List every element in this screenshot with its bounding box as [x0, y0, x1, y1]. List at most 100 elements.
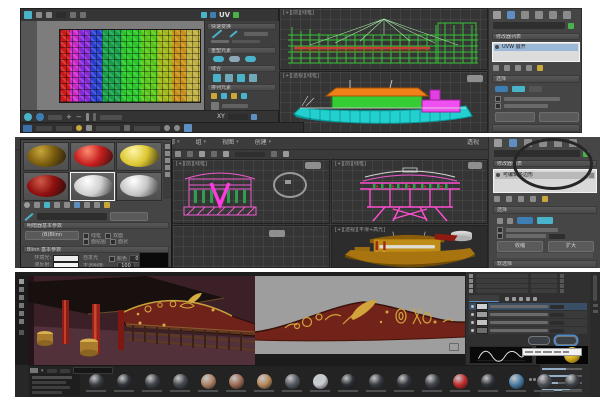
layer-row[interactable]	[469, 327, 587, 334]
diffuse-color-swatch[interactable]	[53, 262, 79, 268]
faceted-checkbox[interactable]: 面状	[110, 239, 128, 245]
add-layer-icon[interactable]	[505, 297, 509, 301]
layer-visibility-icon[interactable]	[471, 305, 474, 308]
tab-modify-icon[interactable]	[509, 139, 517, 147]
show-end-result-icon[interactable]	[504, 65, 510, 71]
break-icon[interactable]	[225, 74, 233, 82]
scroll-thumb[interactable]	[593, 275, 597, 301]
pin-stack-icon[interactable]	[493, 65, 499, 71]
grid-snap-icon[interactable]	[201, 12, 207, 18]
shelf-material[interactable]	[168, 374, 192, 392]
preset-item[interactable]	[32, 391, 62, 394]
tab-utilities-icon[interactable]	[563, 11, 571, 19]
material-slot[interactable]	[23, 172, 69, 201]
reset-map-icon[interactable]	[54, 202, 60, 208]
viewport-top-right[interactable]: [+][前][线框]	[331, 159, 488, 224]
uv-rollout-header[interactable]: 快速变换	[207, 23, 276, 30]
shader-type-dropdown[interactable]: (B)Blinn	[25, 231, 79, 240]
plus-icon[interactable]: +	[66, 113, 72, 121]
shrink-button[interactable]: 收缩	[497, 241, 543, 252]
material-id-icon[interactable]	[104, 202, 110, 208]
sample-type-icon[interactable]	[165, 144, 170, 149]
shelf-more-icon[interactable]	[529, 378, 536, 382]
vertex-mode-button[interactable]	[495, 86, 508, 92]
gizmo-center-handle[interactable]	[285, 180, 291, 184]
next-rollout-header[interactable]	[492, 124, 580, 132]
paint-mode-button[interactable]	[528, 336, 550, 345]
tab-motion-icon[interactable]	[535, 11, 543, 19]
material-name-field[interactable]	[37, 213, 107, 220]
viewport-top-left[interactable]: [+][前][线框]	[172, 159, 330, 224]
scale-tool-icon[interactable]	[223, 151, 229, 157]
layer-opacity-bar[interactable]	[550, 329, 564, 333]
object-name-field[interactable]	[493, 22, 565, 29]
facemap-checkbox[interactable]: 面贴图	[83, 239, 106, 245]
shelf-material[interactable]	[448, 374, 472, 392]
shelf-material[interactable]	[560, 374, 584, 392]
weld-icon[interactable]	[237, 74, 245, 82]
opacity-value[interactable]: 100	[117, 262, 135, 268]
shelf-material[interactable]	[392, 374, 416, 392]
add-mask-icon[interactable]	[519, 297, 523, 301]
shelf-material[interactable]	[504, 374, 528, 392]
backlight-icon[interactable]	[165, 151, 170, 156]
edge-mode-button[interactable]	[512, 86, 525, 92]
viewport-bottom-left[interactable]	[172, 225, 330, 268]
maxscript-icon[interactable]	[23, 125, 32, 132]
panel-scrollbar[interactable]	[590, 272, 600, 397]
go-sibling-icon[interactable]	[94, 202, 100, 208]
maximize-viewport-icon[interactable]	[184, 124, 192, 132]
menu-item[interactable]: 视图▾	[222, 139, 239, 146]
make-unique-icon[interactable]	[515, 65, 521, 71]
channel-filter-dropdown[interactable]	[469, 295, 499, 302]
modifier-list-dropdown[interactable]: 修改器列表	[492, 33, 580, 40]
straighten-tool-icon[interactable]	[229, 30, 237, 37]
layer-row[interactable]	[469, 311, 587, 318]
material-slot[interactable]	[116, 172, 162, 201]
make-unique-icon[interactable]	[64, 202, 70, 208]
grow-button[interactable]	[495, 112, 535, 122]
material-type-button[interactable]	[110, 212, 148, 221]
shader-rollout-header[interactable]: 明暗器基本参数	[23, 222, 169, 229]
layer-opacity-bar[interactable]	[550, 305, 564, 309]
shelf-material[interactable]	[196, 374, 220, 392]
configure-icon[interactable]	[542, 196, 548, 202]
select-icon[interactable]	[175, 151, 181, 157]
delete-layer-icon[interactable]	[533, 297, 537, 301]
viewport-2d-texture[interactable]	[255, 276, 465, 365]
stitch-icon[interactable]	[213, 74, 221, 82]
shelf-search-input[interactable]	[73, 367, 113, 374]
show-end-result-icon[interactable]	[506, 196, 512, 202]
select-by-name-icon[interactable]	[187, 151, 193, 157]
move-tool-icon[interactable]	[199, 151, 205, 157]
material-slot[interactable]	[23, 142, 69, 171]
ambient-color-swatch[interactable]	[53, 255, 79, 262]
layer-visibility-icon[interactable]	[471, 321, 474, 324]
put-material-icon[interactable]	[34, 202, 40, 208]
selection-rollout-header[interactable]: 选择	[493, 206, 597, 214]
projection-icon[interactable]	[19, 295, 24, 300]
vertex-icon[interactable]	[497, 218, 503, 224]
uv-canvas[interactable]	[37, 21, 204, 110]
move-icon[interactable]	[24, 11, 32, 19]
stack-entry[interactable]: UVW 展开	[494, 44, 578, 51]
rescale-icon[interactable]	[221, 93, 227, 99]
add-folder-icon[interactable]	[512, 297, 516, 301]
eraser-icon[interactable]	[19, 287, 24, 292]
effects-icon[interactable]	[19, 330, 24, 335]
material-slot[interactable]	[70, 172, 116, 201]
polygon-mode-button[interactable]	[529, 86, 542, 92]
polygon-mode-button[interactable]	[517, 217, 533, 224]
snap-icon[interactable]	[271, 151, 277, 157]
shelf-material[interactable]	[364, 374, 388, 392]
material-slot[interactable]	[116, 142, 162, 171]
rotate-icon[interactable]	[36, 12, 42, 18]
minus-icon[interactable]: −	[76, 113, 82, 121]
tiling-icon[interactable]	[165, 165, 170, 170]
shelf-menu-icon[interactable]	[30, 368, 38, 373]
checkbox[interactable]	[495, 103, 501, 109]
menu-item[interactable]: 组▾	[196, 139, 207, 146]
get-material-icon[interactable]	[24, 202, 30, 208]
texture-checker-icon[interactable]	[210, 12, 216, 18]
viewport-front-wireframe[interactable]: [+][前][线框]	[279, 8, 488, 70]
